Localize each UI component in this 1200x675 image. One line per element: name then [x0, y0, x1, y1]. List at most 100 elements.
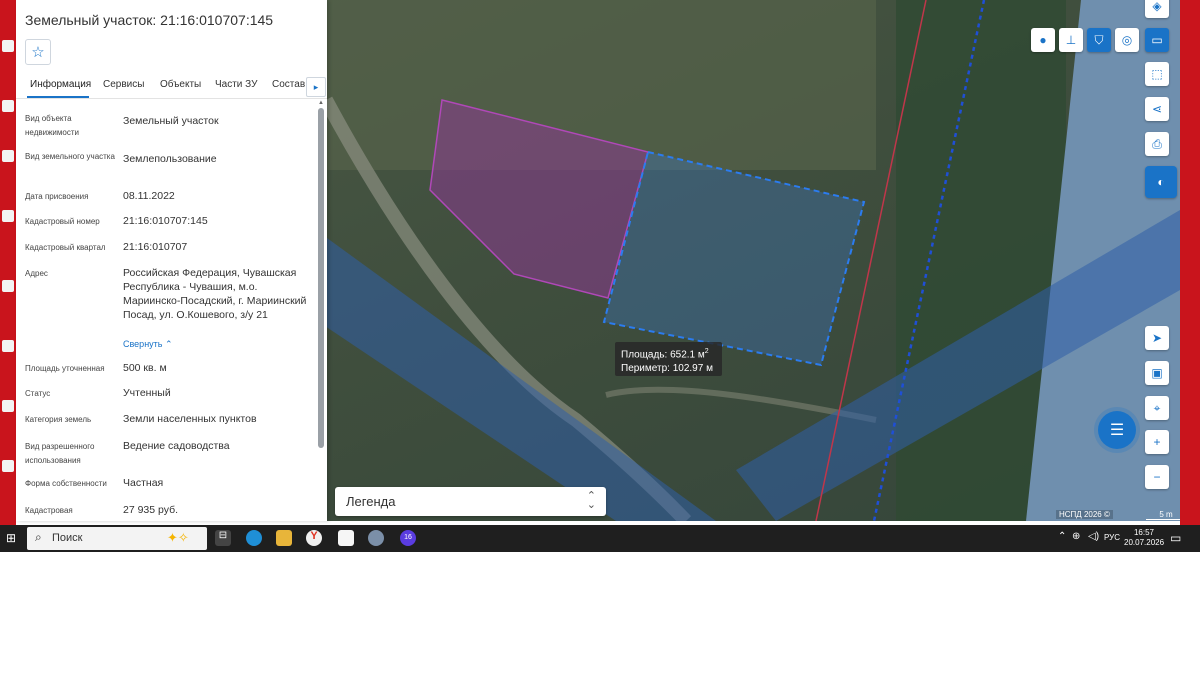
- measure-area-text: Площадь: 652.1 м: [621, 349, 705, 361]
- feedback-icon: ◐: [1157, 175, 1165, 189]
- measure-area: Площадь: 652.1 м2: [621, 345, 716, 362]
- clock-time: 16:57: [1133, 528, 1155, 537]
- clock[interactable]: 16:57 20.07.2026: [1124, 528, 1164, 548]
- ruler-button[interactable]: ▭: [1145, 28, 1169, 52]
- chat-icon: ☰: [1109, 422, 1125, 439]
- file-explorer-icon[interactable]: [276, 530, 292, 546]
- desktop-icon[interactable]: [2, 210, 14, 222]
- chevron-right-icon: ▸: [313, 81, 319, 92]
- circle-tool-button[interactable]: ◎: [1115, 28, 1139, 52]
- map-attribution: НСПД 2026 ©: [1056, 510, 1113, 519]
- desktop-background-left: [0, 0, 16, 525]
- attr-label: Адрес: [25, 269, 48, 278]
- store-icon[interactable]: [338, 530, 354, 546]
- print-button[interactable]: ⎙: [1145, 132, 1169, 156]
- location-pin-icon: ⌖: [1153, 400, 1161, 415]
- attr-value: Учтенный: [123, 387, 171, 399]
- scroll-up-arrow[interactable]: ▲: [318, 100, 324, 106]
- attr-label: Вид земельного участка: [25, 152, 115, 161]
- collapse-address-link[interactable]: Свернуть ⌃: [123, 339, 173, 350]
- dot-icon: ●: [1039, 33, 1047, 47]
- search-placeholder: Поиск: [52, 532, 83, 544]
- legend-bar[interactable]: Легенда ⌃ ⌄: [335, 487, 606, 516]
- zoom-in-button[interactable]: +: [1145, 430, 1169, 454]
- line-tool-button[interactable]: ⊥: [1059, 28, 1083, 52]
- printer-icon: ⎙: [1152, 136, 1162, 151]
- attr-label: Кадастровый квартал: [25, 243, 106, 252]
- desktop-icon[interactable]: [2, 280, 14, 292]
- tab-services[interactable]: Сервисы: [103, 79, 144, 90]
- circle-measure-icon: ◎: [1121, 33, 1133, 47]
- star-icon: ☆: [31, 44, 45, 61]
- attr-value: 27 935 руб.: [123, 504, 179, 516]
- point-tool-button[interactable]: ●: [1031, 28, 1055, 52]
- panel-scrollbar[interactable]: [318, 108, 324, 448]
- minimap-icon: ▣: [1151, 366, 1163, 380]
- desktop-icon[interactable]: [2, 340, 14, 352]
- tab-objects[interactable]: Объекты: [160, 79, 201, 90]
- tab-info[interactable]: Информация: [30, 79, 91, 90]
- ruler-icon: ▭: [1151, 33, 1163, 47]
- chat-button[interactable]: ☰: [1098, 411, 1136, 449]
- chevron-up-icon: ⌃: [165, 339, 173, 349]
- tab-parts[interactable]: Части ЗУ: [215, 79, 257, 90]
- desktop-icon[interactable]: [2, 40, 14, 52]
- chevron-updown-icon[interactable]: ⌃ ⌄: [587, 491, 596, 511]
- network-icon[interactable]: ⊕: [1072, 531, 1080, 542]
- panel-title: Земельный участок: 21:16:010707:145: [25, 12, 274, 28]
- tabs-next-button[interactable]: ▸: [306, 77, 326, 97]
- minimap-button[interactable]: ▣: [1145, 361, 1169, 385]
- attr-label: Кадастровая: [25, 506, 73, 515]
- layers-icon: ◈: [1152, 0, 1162, 13]
- area-tool-button[interactable]: ⛉: [1087, 28, 1111, 52]
- chevron-up-icon[interactable]: ⌃: [1058, 531, 1066, 542]
- attr-label: Вид объекта недвижимости: [25, 114, 79, 137]
- taskbar: ⊞ ⌕ Поиск ✦✧ ⊟ Y 16 ⌃ ⊕ ◁) РУС 16:57 20.…: [0, 525, 1200, 552]
- screen: ● ⊥ ⛉ ◎ ▭ ◈ ⬚ ⋖ ⎙ ◐ ➤ ▣ ⌖ + − НСПД 2026 …: [0, 0, 1200, 552]
- share-button[interactable]: ⋖: [1145, 97, 1169, 121]
- favorite-button[interactable]: ☆: [25, 39, 51, 65]
- panel-tabs: Информация Сервисы Объекты Части ЗУ Сост…: [16, 74, 327, 99]
- edge-browser-icon[interactable]: [246, 530, 262, 546]
- desktop-icon[interactable]: [2, 100, 14, 112]
- attr-value: Земли населенных пунктов: [123, 413, 257, 425]
- select-area-icon: ⬚: [1151, 67, 1163, 81]
- navigation-arrow-icon: ➤: [1151, 331, 1163, 345]
- input-language[interactable]: РУС: [1104, 533, 1120, 542]
- windows-start-button[interactable]: ⊞: [6, 531, 20, 545]
- paint-icon[interactable]: [368, 530, 384, 546]
- attr-label: Кадастровый номер: [25, 217, 100, 226]
- plus-icon: +: [1153, 435, 1161, 449]
- feedback-button[interactable]: ◐: [1145, 166, 1177, 198]
- zoom-out-button[interactable]: −: [1145, 465, 1169, 489]
- layers-button[interactable]: ◈: [1145, 0, 1169, 18]
- attr-value: 500 кв. м: [123, 362, 167, 374]
- attr-value: 21:16:010707:145: [123, 215, 208, 227]
- attr-value: Земельный участок: [123, 115, 219, 127]
- sparkle-icon: ✦✧: [167, 530, 189, 545]
- messenger-icon[interactable]: 16: [400, 530, 416, 546]
- yandex-browser-icon[interactable]: Y: [306, 530, 322, 546]
- desktop-icon[interactable]: [2, 460, 14, 472]
- tab-composition[interactable]: Состав: [272, 79, 305, 90]
- attr-label: Форма собственности: [25, 479, 107, 488]
- desktop-icon[interactable]: [2, 150, 14, 162]
- active-tab-indicator: [27, 96, 89, 98]
- attr-value: 21:16:010707: [123, 241, 188, 253]
- legend-label: Легенда: [346, 494, 396, 509]
- locate-button[interactable]: ➤: [1145, 326, 1169, 350]
- search-icon: ⌕: [35, 530, 42, 544]
- measure-tooltip: Площадь: 652.1 м2 Периметр: 102.97 м: [615, 342, 722, 376]
- geolocation-button[interactable]: ⌖: [1145, 396, 1169, 420]
- notification-icon[interactable]: ▭: [1170, 531, 1181, 545]
- measure-area-sup: 2: [704, 348, 709, 355]
- desktop-icon[interactable]: [2, 400, 14, 412]
- attr-label: Статус: [25, 389, 51, 398]
- scale-bar: 5 m: [1146, 510, 1180, 520]
- attr-value: Российская Федерация, Чувашская Республи…: [123, 267, 307, 321]
- task-view-icon[interactable]: ⊟: [215, 530, 231, 546]
- select-area-button[interactable]: ⬚: [1145, 62, 1169, 86]
- attr-label: Категория земель: [25, 415, 92, 424]
- volume-icon[interactable]: ◁): [1088, 531, 1099, 542]
- taskbar-search[interactable]: ⌕ Поиск ✦✧: [27, 527, 207, 550]
